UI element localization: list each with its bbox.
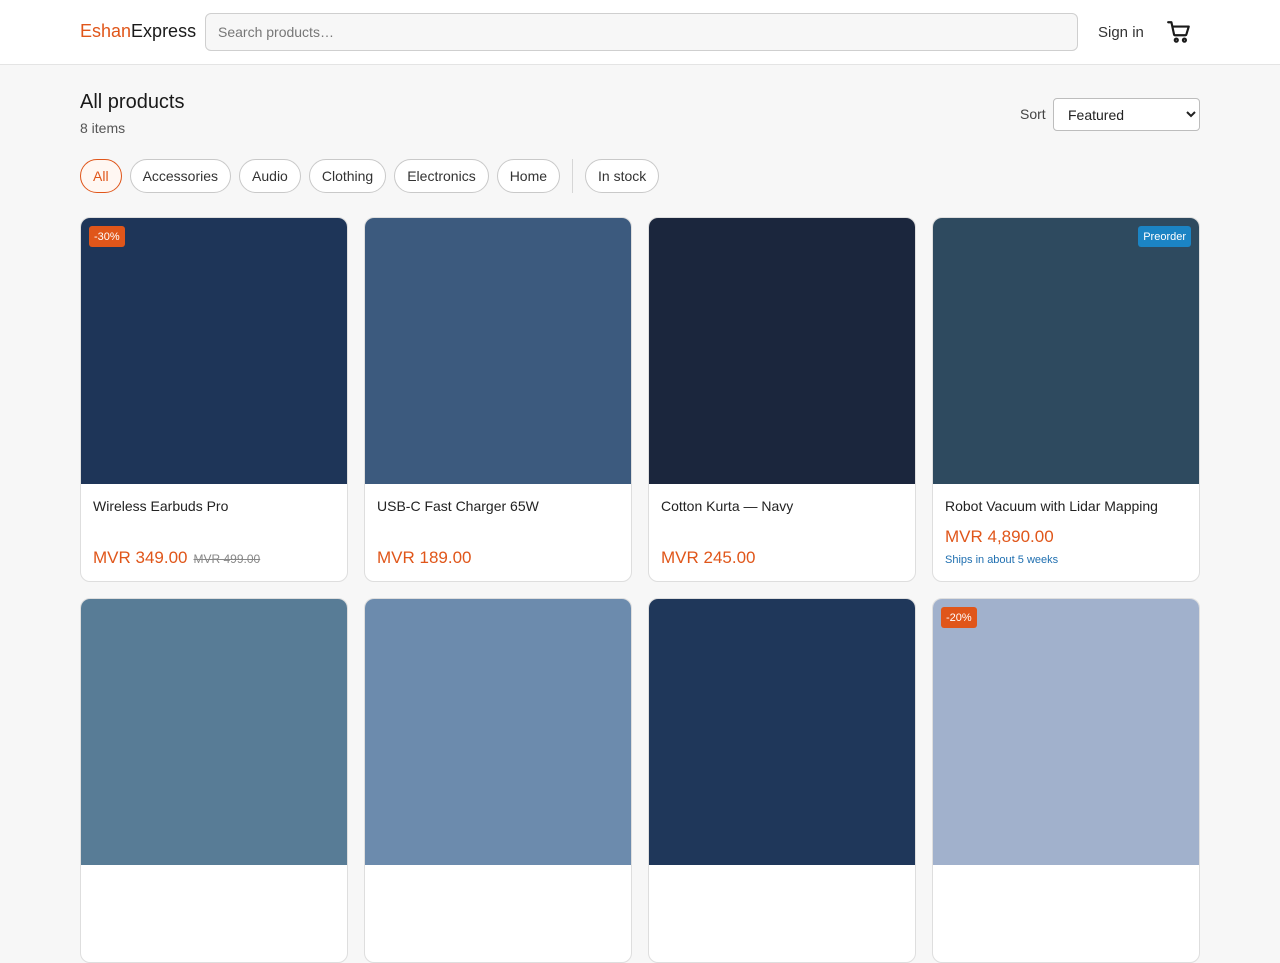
- search-input[interactable]: [205, 13, 1078, 51]
- product-image[interactable]: [649, 599, 915, 865]
- product-card[interactable]: Cotton Kurta — Navy MVR 245.00: [648, 217, 916, 582]
- product-name[interactable]: Cotton Kurta — Navy: [661, 498, 793, 514]
- price-row: MVR 189.00: [377, 548, 472, 568]
- filter-chips: All Accessories Audio Clothing Electroni…: [80, 159, 667, 193]
- product-name[interactable]: USB-C Fast Charger 65W: [377, 498, 539, 514]
- product-card[interactable]: [80, 598, 348, 963]
- filter-chip-audio[interactable]: Audio: [239, 159, 301, 193]
- product-card[interactable]: USB-C Fast Charger 65W MVR 189.00: [364, 217, 632, 582]
- price-row: MVR 4,890.00: [945, 527, 1054, 547]
- product-price: MVR 4,890.00: [945, 527, 1054, 546]
- price-row: MVR 349.00 MVR 499.00: [93, 548, 260, 568]
- cart-icon[interactable]: [1166, 19, 1192, 45]
- filter-chip-clothing[interactable]: Clothing: [308, 159, 387, 193]
- filter-chip-electronics[interactable]: Electronics: [394, 159, 489, 193]
- product-price: MVR 189.00: [377, 548, 472, 567]
- product-card[interactable]: [648, 598, 916, 963]
- product-card[interactable]: -20%: [932, 598, 1200, 963]
- logo-brand-second: Express: [131, 21, 197, 41]
- product-price: MVR 245.00: [661, 548, 756, 567]
- product-image[interactable]: [365, 599, 631, 865]
- product-image[interactable]: [649, 218, 915, 484]
- product-name[interactable]: Robot Vacuum with Lidar Mapping: [945, 498, 1158, 514]
- sort-select[interactable]: Featured: [1053, 98, 1200, 131]
- item-count: 8 items: [80, 120, 126, 136]
- preorder-badge: Preorder: [1138, 226, 1191, 247]
- filter-divider: [572, 159, 574, 193]
- price-row: MVR 245.00: [661, 548, 756, 568]
- ships-note: Ships in about 5 weeks: [945, 554, 1059, 566]
- product-name[interactable]: Wireless Earbuds Pro: [93, 498, 228, 514]
- product-card[interactable]: [364, 598, 632, 963]
- discount-badge: -20%: [941, 607, 977, 628]
- product-old-price: MVR 499.00: [193, 552, 261, 566]
- site-logo[interactable]: EshanExpress: [80, 21, 196, 42]
- product-card[interactable]: Preorder Robot Vacuum with Lidar Mapping…: [932, 217, 1200, 582]
- product-image[interactable]: [933, 218, 1199, 484]
- filter-chip-in-stock[interactable]: In stock: [585, 159, 660, 193]
- product-image[interactable]: [365, 218, 631, 484]
- discount-badge: -30%: [89, 226, 125, 247]
- top-header: EshanExpress Sign in: [0, 0, 1280, 65]
- sign-in-link[interactable]: Sign in: [1098, 24, 1144, 41]
- filter-chip-home[interactable]: Home: [496, 159, 561, 193]
- product-image[interactable]: [81, 599, 347, 865]
- product-price: MVR 349.00: [93, 548, 188, 567]
- product-card[interactable]: -30% Wireless Earbuds Pro MVR 349.00 MVR…: [80, 217, 348, 582]
- product-image[interactable]: [933, 599, 1199, 865]
- product-image[interactable]: [81, 218, 347, 484]
- filter-chip-accessories[interactable]: Accessories: [129, 159, 232, 193]
- logo-brand-first: Eshan: [80, 21, 132, 41]
- page-title: All products: [80, 91, 185, 113]
- sort-label: Sort: [1020, 106, 1046, 122]
- filter-chip-all[interactable]: All: [80, 159, 122, 193]
